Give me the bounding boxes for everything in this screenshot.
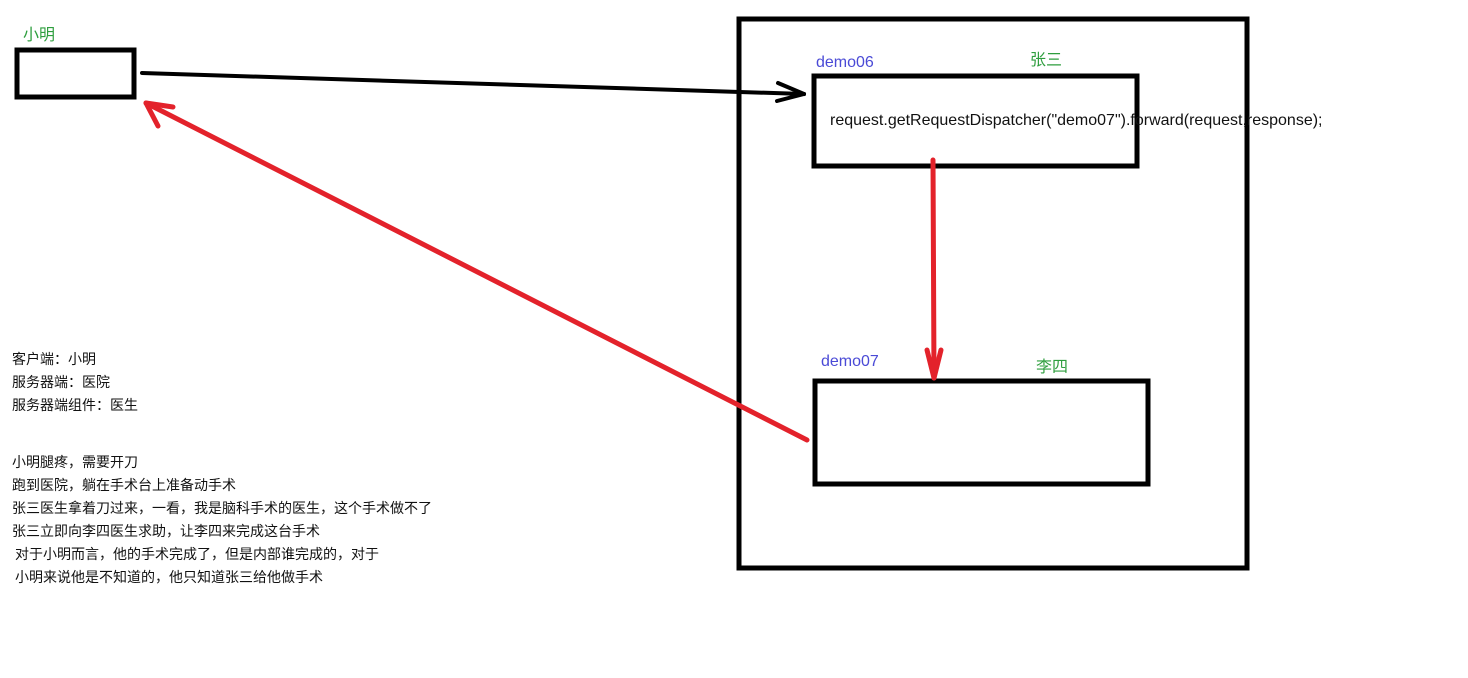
demo07-person-label: 李四 bbox=[1036, 357, 1069, 376]
note-line: 对于小明而言，他的手术完成了，但是内部谁完成的，对于 bbox=[15, 547, 379, 563]
note-line: 跑到医院，躺在手术台上准备动手术 bbox=[12, 478, 236, 494]
note-line: 服务器端：医院 bbox=[12, 375, 110, 391]
request-arrow bbox=[140, 71, 806, 103]
client-label: 小明 bbox=[23, 25, 56, 44]
demo06-label: demo06 bbox=[816, 54, 874, 71]
demo07-box bbox=[812, 378, 1151, 487]
client-box bbox=[14, 47, 137, 100]
note-line: 张三医生拿着刀过来，一看，我是脑科手术的医生，这个手术做不了 bbox=[12, 501, 432, 517]
forward-arrow bbox=[924, 157, 944, 381]
forward-code: request.getRequestDispatcher("demo07").f… bbox=[830, 112, 1323, 129]
note-line: 客户端：小明 bbox=[12, 352, 96, 368]
demo07-label: demo07 bbox=[821, 353, 879, 370]
demo06-person-label: 张三 bbox=[1030, 50, 1063, 69]
note-line: 小明来说他是不知道的，他只知道张三给他做手术 bbox=[15, 570, 323, 586]
note-spacer bbox=[12, 418, 432, 452]
note-line: 张三立即向李四医生求助，让李四来完成这台手术 bbox=[12, 524, 320, 540]
note-line: 服务器端组件：医生 bbox=[12, 398, 138, 414]
note-line: 小明腿疼，需要开刀 bbox=[12, 455, 138, 471]
notes-block: 客户端：小明 服务器端：医院 服务器端组件：医生 小明腿疼，需要开刀 跑到医院，… bbox=[12, 349, 432, 590]
